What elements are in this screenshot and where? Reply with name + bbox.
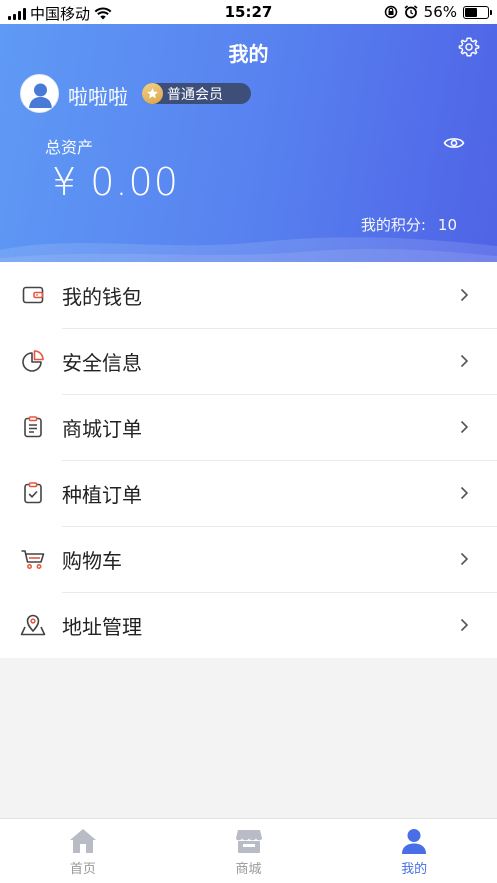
menu-item-label: 地址管理 [62,614,142,639]
chevron-right-icon [460,288,469,302]
menu-item-shopping-cart[interactable]: 购物车 [0,526,497,592]
tab-label: 首页 [69,862,96,877]
chevron-right-icon [460,486,469,500]
total-assets-label: 总资产 [45,138,94,157]
star-icon [142,83,163,104]
battery-icon [463,5,492,19]
menu-item-planting-orders[interactable]: 种植订单 [0,460,497,526]
battery-percent: 56% [423,3,457,21]
status-bar: 中国移动 15:27 56% [0,0,497,24]
tab-home[interactable]: 首页 [0,819,166,883]
bottom-tab-bar: 首页 商城 我的 [0,818,497,883]
member-level-badge: 普通会员 [142,83,251,104]
menu-item-label: 种植订单 [62,482,142,507]
chevron-right-icon [460,552,469,566]
store-icon [235,830,262,853]
rotation-lock-icon [384,5,397,19]
tab-mine[interactable]: 我的 [331,819,497,883]
menu-item-address-management[interactable]: 地址管理 [0,592,497,658]
cart-icon [20,546,46,572]
clipboard-list-icon [20,414,46,440]
header-wave-decoration [0,237,497,262]
pie-chart-icon [20,348,46,374]
tab-mall[interactable]: 商城 [166,819,332,883]
wallet-icon [20,282,46,308]
chevron-right-icon [460,618,469,632]
tab-label: 商城 [235,862,262,877]
menu-item-mall-orders[interactable]: 商城订单 [0,394,497,460]
chevron-right-icon [460,354,469,368]
status-bar-right: 56% [384,3,492,21]
profile-header: 我的 啦啦啦 普通会员 总资产 ¥ 0.00 我的积分: 10 [0,24,497,262]
alarm-icon [404,5,418,19]
menu-item-security-info[interactable]: 安全信息 [0,328,497,394]
default-avatar-icon [21,75,58,112]
eye-icon[interactable] [443,135,465,151]
menu-item-wallet[interactable]: 我的钱包 [0,262,497,328]
avatar[interactable] [20,74,59,113]
member-level-label: 普通会员 [167,86,223,103]
total-assets-amount: ¥ 0.00 [52,160,179,204]
menu-item-label: 购物车 [62,548,122,573]
map-pin-icon [20,612,46,638]
username: 啦啦啦 [68,85,128,109]
clipboard-check-icon [20,480,46,506]
user-icon [402,829,427,854]
home-icon [69,829,96,853]
page-title: 我的 [228,42,269,66]
menu-item-label: 我的钱包 [62,284,142,309]
menu-list: 我的钱包 安全信息 商城订单 种植订单 购物车 地址管理 [0,262,497,658]
gear-icon[interactable] [458,36,480,58]
menu-item-label: 商城订单 [62,416,142,441]
menu-item-label: 安全信息 [62,350,142,375]
chevron-right-icon [460,420,469,434]
tab-label: 我的 [401,862,428,877]
